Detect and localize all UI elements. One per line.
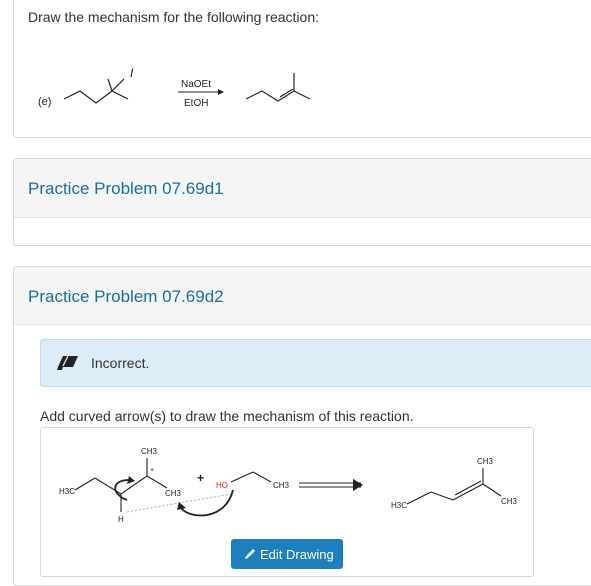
product-ch3-top: CH3	[477, 457, 494, 466]
problem-title-d1[interactable]: Practice Problem 07.69d1	[14, 159, 591, 218]
problem-title-d2[interactable]: Practice Problem 07.69d2	[14, 267, 591, 325]
reagent-label: NaOEt	[181, 79, 211, 90]
carbocation-plus: +	[150, 467, 154, 474]
reaction-prompt: Draw the mechanism for the following rea…	[28, 9, 320, 25]
product-bond-3	[482, 483, 502, 497]
reaction-arrow-head	[353, 479, 363, 491]
problem-title-text: Practice Problem 07.69d1	[28, 179, 224, 198]
ethoxide-bond-2	[252, 471, 272, 483]
incorrect-alert: Incorrect.	[40, 339, 591, 387]
reactant-h: H	[118, 515, 124, 524]
eraser-icon	[57, 355, 78, 370]
edit-drawing-button[interactable]: Edit Drawing	[231, 539, 343, 569]
reactant-methyl-bond	[107, 78, 113, 92]
plus-sign: +	[197, 471, 204, 485]
ethoxide-bond-1	[230, 471, 254, 483]
product-double-2	[454, 480, 482, 496]
reactant-h3c: H3C	[59, 487, 75, 496]
product-double-1	[452, 483, 484, 501]
product-h3c: H3C	[391, 501, 407, 510]
byproduct-ch3: CH3	[273, 481, 290, 490]
reaction-scheme-e: (e) I NaOEt EtOH	[38, 66, 311, 109]
product-ch3-right: CH3	[501, 497, 518, 506]
solvent-label: EtOH	[184, 98, 208, 109]
bond-left-1	[74, 477, 96, 491]
bond-center-2	[146, 475, 168, 489]
mechanism-scheme: CH3 + H3C CH3 H + HO CH3 CH3 H3C CH3	[59, 447, 518, 524]
alert-text: Incorrect.	[91, 355, 150, 371]
part-label: (e)	[38, 96, 51, 108]
pencil-icon	[245, 549, 255, 559]
reaction-card: Draw the mechanism for the following rea…	[13, 0, 591, 138]
reactant-iodo-bond	[111, 78, 125, 92]
product-bond-2	[430, 491, 454, 501]
problem-title-text: Practice Problem 07.69d2	[28, 287, 224, 306]
iodine-label: I	[130, 66, 134, 80]
product-bond-1	[406, 491, 432, 505]
product-chain	[245, 90, 311, 102]
reactant-ch3-right: CH3	[165, 489, 182, 498]
problem-card-d1: Practice Problem 07.69d1	[13, 158, 591, 246]
question-prompt: Add curved arrow(s) to draw the mechanis…	[40, 408, 414, 424]
curved-arrow-base-attack[interactable]	[180, 489, 234, 517]
bond-center-1	[120, 475, 148, 495]
hydroxide-label: HO	[216, 481, 228, 490]
edit-drawing-label: Edit Drawing	[260, 547, 334, 562]
reactant-ch3-top: CH3	[141, 447, 158, 456]
reaction-arrow-head	[218, 89, 224, 95]
reactant-chain	[63, 90, 129, 104]
curved-arrow-head-1	[127, 476, 135, 484]
